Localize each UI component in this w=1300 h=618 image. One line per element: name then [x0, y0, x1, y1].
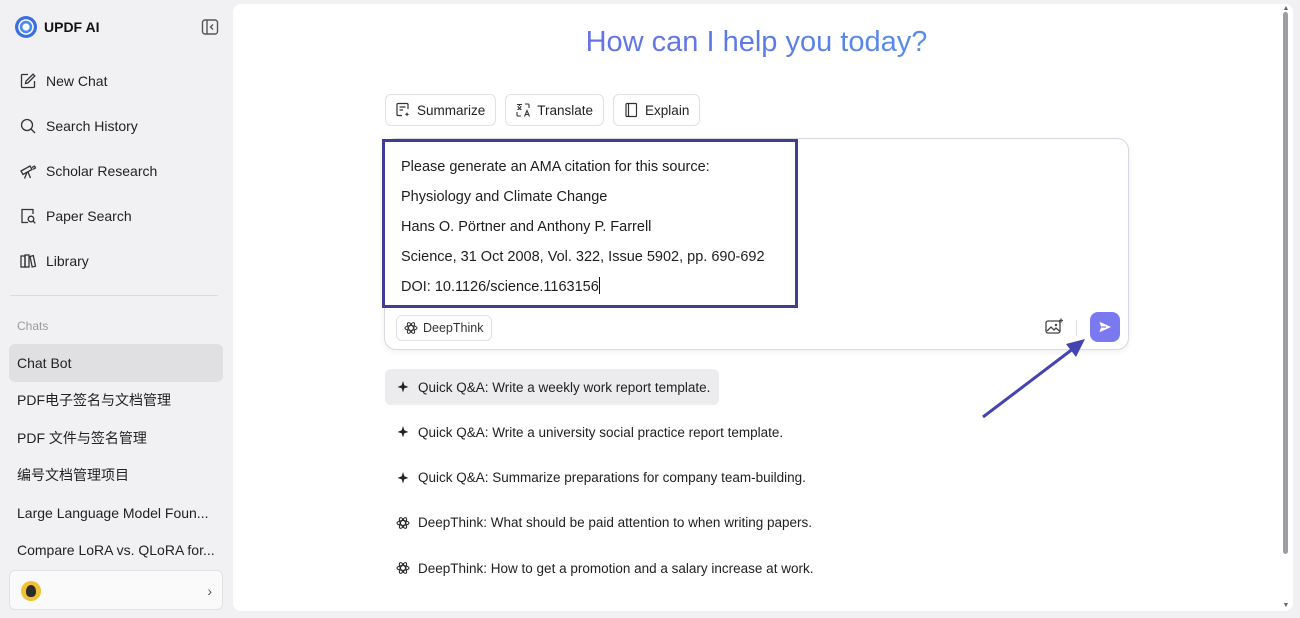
translate-icon	[516, 103, 531, 117]
quick-actions: Summarize Translate Explain	[385, 94, 709, 126]
edit-icon	[20, 72, 36, 88]
chip-label: Explain	[645, 102, 690, 118]
sidebar-nav: New Chat Search History Scholar Research	[10, 58, 222, 283]
avatar	[21, 581, 41, 601]
sparkle-icon	[397, 426, 409, 438]
prompt-last-line: DOI: 10.1126/science.1163156	[401, 276, 795, 306]
library-icon	[20, 253, 37, 268]
paper-search-icon	[21, 208, 36, 224]
chevron-right-icon: ›	[207, 583, 212, 599]
sparkle-icon	[397, 381, 409, 393]
suggestion-item[interactable]: DeepThink: How to get a promotion and a …	[385, 550, 822, 586]
suggestion-text: DeepThink: What should be paid attention…	[418, 515, 812, 531]
chip-label: Translate	[537, 102, 594, 118]
collapse-sidebar-icon[interactable]	[201, 18, 219, 36]
sidebar-item-new-chat[interactable]: New Chat	[10, 58, 222, 103]
suggestion-text: DeepThink: How to get a promotion and a …	[418, 560, 814, 576]
sidebar-item-label: Scholar Research	[46, 162, 158, 179]
prompt-input[interactable]: Please generate an AMA citation for this…	[382, 139, 798, 308]
suggestion-text: Quick Q&A: Summarize preparations for co…	[418, 470, 806, 486]
translate-button[interactable]: Translate	[505, 94, 605, 126]
suggestion-item[interactable]: Quick Q&A: Write a weekly work report te…	[385, 369, 720, 405]
page-title: How can I help you today?	[233, 26, 1280, 59]
brand[interactable]: UPDF AI	[15, 16, 99, 38]
prompt-composer: Please generate an AMA citation for this…	[382, 138, 1129, 350]
deepthink-label: DeepThink	[423, 321, 484, 335]
summarize-icon	[396, 102, 410, 117]
summarize-button[interactable]: Summarize	[385, 94, 497, 126]
atom-icon	[404, 322, 418, 334]
sidebar-item-label: Paper Search	[46, 207, 132, 224]
chat-item[interactable]: Compare LoRA vs. QLoRA for...	[9, 532, 223, 570]
send-icon	[1099, 321, 1111, 333]
telescope-icon	[20, 164, 37, 179]
explain-button[interactable]: Explain	[613, 94, 701, 126]
sidebar: UPDF AI New Chat Search History Scholar …	[0, 0, 232, 618]
chat-item[interactable]: PDF电子签名与文档管理	[9, 382, 223, 420]
suggestion-item[interactable]: DeepThink: What should be paid attention…	[385, 505, 821, 541]
deepthink-toggle[interactable]: DeepThink	[396, 315, 493, 341]
sidebar-item-label: Search History	[46, 117, 138, 134]
suggestion-list: Quick Q&A: Write a weekly work report te…	[385, 369, 945, 595]
prompt-line: Please generate an AMA citation for this…	[401, 159, 710, 175]
atom-icon	[396, 517, 410, 529]
prompt-line: Physiology and Climate Change	[401, 189, 608, 205]
atom-icon	[396, 562, 410, 575]
annotation-arrow	[982, 339, 1085, 419]
suggestion-text: Quick Q&A: Write a university social pra…	[418, 424, 784, 440]
text-caret	[598, 277, 600, 294]
chat-item[interactable]: Large Language Model Foun...	[9, 494, 223, 532]
sidebar-item-paper-search[interactable]: Paper Search	[10, 193, 222, 238]
chat-item[interactable]: 编号文档管理项目	[9, 457, 223, 495]
sidebar-item-search-history[interactable]: Search History	[10, 103, 222, 148]
chip-label: Summarize	[417, 102, 486, 118]
sidebar-divider	[10, 295, 218, 296]
sparkle-icon	[397, 471, 409, 484]
scroll-down-icon[interactable]: ▼	[1282, 602, 1290, 609]
user-account-button[interactable]: ›	[9, 570, 223, 610]
main-panel: How can I help you today? Summarize Tran…	[233, 4, 1293, 611]
chats-section-title: Chats	[17, 319, 49, 333]
chat-item[interactable]: Chat Bot	[9, 344, 223, 382]
sidebar-item-library[interactable]: Library	[10, 238, 222, 283]
prompt-line: Hans O. Pörtner and Anthony P. Farrell	[401, 219, 652, 235]
scroll-up-icon[interactable]: ▲	[1282, 5, 1290, 12]
prompt-line: DOI: 10.1126/science.1163156	[401, 279, 599, 295]
suggestion-item[interactable]: Quick Q&A: Write a university social pra…	[385, 414, 792, 450]
search-icon	[20, 118, 36, 133]
send-button[interactable]	[1090, 312, 1120, 342]
scrollbar-thumb[interactable]	[1283, 12, 1288, 554]
chat-item[interactable]: PDF 文件与签名管理	[9, 419, 223, 457]
prompt-line: Science, 31 Oct 2008, Vol. 322, Issue 59…	[401, 249, 765, 265]
updf-logo-icon	[15, 16, 37, 38]
sidebar-item-scholar-research[interactable]: Scholar Research	[10, 148, 222, 193]
book-icon	[625, 102, 638, 118]
suggestion-item[interactable]: Quick Q&A: Summarize preparations for co…	[385, 460, 815, 496]
app-name: UPDF AI	[44, 19, 100, 35]
sidebar-item-label: Library	[46, 252, 89, 269]
sidebar-item-label: New Chat	[46, 72, 108, 89]
suggestion-text: Quick Q&A: Write a weekly work report te…	[418, 379, 711, 395]
chat-list: Chat Bot PDF电子签名与文档管理 PDF 文件与签名管理 编号文档管理…	[9, 344, 223, 569]
